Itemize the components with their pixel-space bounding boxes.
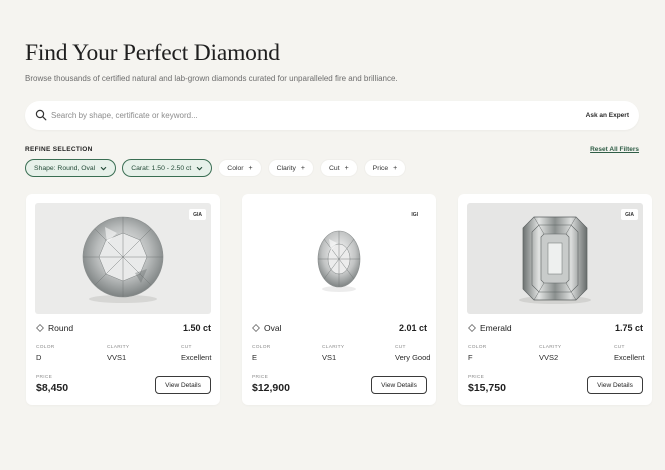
plus-icon: + xyxy=(393,164,398,172)
spec-value: VVS1 xyxy=(107,353,127,362)
product-title-row: Emerald 1.75 ct xyxy=(468,322,643,334)
product-card[interactable]: GIA Round 1.50 ct COLOR D CLARITY VVS1 C… xyxy=(26,194,220,405)
spec-label: COLOR xyxy=(252,345,271,350)
price-label: PRICE xyxy=(468,375,485,380)
chevron-down-icon xyxy=(100,166,107,170)
spec-value: F xyxy=(468,353,473,362)
filter-chip-label: Shape: Round, Oval xyxy=(34,164,96,172)
carat-weight: 2.01 ct xyxy=(398,323,427,333)
product-card[interactable]: IGI Oval 2.01 ct COLOR E CLARITY VS1 CUT… xyxy=(242,194,436,405)
spec-cut: CUT Excellent xyxy=(181,345,211,362)
price-value: $12,900 xyxy=(252,382,290,394)
product-card[interactable]: GIA Emerald 1.75 ct COLOR F CLARITY VVS2… xyxy=(458,194,652,405)
spec-grid: COLOR E CLARITY VS1 CUT Very Good xyxy=(252,345,430,365)
shape-name: Oval xyxy=(264,323,282,333)
filter-chip-label: Color xyxy=(227,164,244,172)
filter-chip-price[interactable]: Price + xyxy=(363,159,407,177)
ask-expert-button[interactable]: Ask an Expert xyxy=(586,108,629,123)
product-grid: GIA Round 1.50 ct COLOR D CLARITY VVS1 C… xyxy=(26,194,652,405)
spec-value: Excellent xyxy=(181,353,212,362)
spec-label: CUT xyxy=(181,345,192,350)
oval-diamond-image xyxy=(317,230,361,292)
spec-color: COLOR D xyxy=(36,345,55,362)
filter-bar: Shape: Round, Oval Carat: 1.50 - 2.50 ct… xyxy=(25,159,407,177)
diamond-outline-icon xyxy=(468,324,476,332)
spec-grid: COLOR F CLARITY VVS2 CUT Excellent xyxy=(468,345,644,365)
filter-chip-label: Carat: 1.50 - 2.50 ct xyxy=(131,164,192,172)
shape-name: Round xyxy=(48,323,74,333)
spec-color: COLOR F xyxy=(468,345,487,362)
spec-clarity: CLARITY VS1 xyxy=(322,345,344,362)
search-input[interactable] xyxy=(51,107,571,124)
price-value: $15,750 xyxy=(468,382,506,394)
diamond-outline-icon xyxy=(252,324,260,332)
filter-chip-clarity[interactable]: Clarity + xyxy=(267,159,314,177)
spec-label: CUT xyxy=(614,345,625,350)
spec-clarity: CLARITY VVS2 xyxy=(539,345,561,362)
spec-value: Excellent xyxy=(614,353,645,362)
spec-color: COLOR E xyxy=(252,345,271,362)
page-title: Find Your Perfect Diamond xyxy=(25,40,280,66)
plus-icon: + xyxy=(344,164,349,172)
spec-value: VVS2 xyxy=(539,353,559,362)
price-label: PRICE xyxy=(252,375,269,380)
filter-chip-label: Clarity xyxy=(276,164,296,172)
carat-weight: 1.75 ct xyxy=(614,323,643,333)
view-details-button[interactable]: View Details xyxy=(155,376,211,394)
emerald-diamond-image xyxy=(519,216,591,304)
product-image[interactable]: GIA xyxy=(467,203,643,314)
plus-icon: + xyxy=(248,164,253,172)
filter-chip-shape[interactable]: Shape: Round, Oval xyxy=(25,159,117,177)
spec-value: D xyxy=(36,353,42,362)
filter-chip-color[interactable]: Color + xyxy=(218,159,262,177)
spec-value: Very Good xyxy=(395,353,431,362)
spec-label: CLARITY xyxy=(322,345,345,350)
filter-chip-cut[interactable]: Cut + xyxy=(320,159,358,177)
view-details-button[interactable]: View Details xyxy=(371,376,427,394)
spec-label: CUT xyxy=(395,345,406,350)
reset-filters-link[interactable]: Reset All Filters xyxy=(590,146,639,153)
price-value: $8,450 xyxy=(36,382,69,394)
spec-value: VS1 xyxy=(322,353,337,362)
search-icon xyxy=(35,109,47,121)
spec-clarity: CLARITY VVS1 xyxy=(107,345,129,362)
round-diamond-image xyxy=(82,216,164,303)
carat-weight: 1.50 ct xyxy=(182,323,211,333)
cert-badge: GIA xyxy=(621,209,638,220)
shape-name: Emerald xyxy=(480,323,512,333)
spec-label: COLOR xyxy=(36,345,55,350)
filter-chip-carat[interactable]: Carat: 1.50 - 2.50 ct xyxy=(122,159,213,177)
plus-icon: + xyxy=(300,164,305,172)
spec-cut: CUT Very Good xyxy=(395,345,430,362)
product-title-row: Round 1.50 ct xyxy=(36,322,211,334)
filter-chip-label: Price xyxy=(372,164,389,172)
product-image[interactable]: GIA xyxy=(35,203,211,314)
search-bar: Ask an Expert xyxy=(25,101,639,130)
diamond-outline-icon xyxy=(36,324,44,332)
spec-label: COLOR xyxy=(468,345,487,350)
cert-badge: GIA xyxy=(189,209,206,220)
refine-selection-heading: REFINE SELECTION xyxy=(25,146,93,153)
view-details-button[interactable]: View Details xyxy=(587,376,643,394)
price-label: PRICE xyxy=(36,375,53,380)
spec-cut: CUT Excellent xyxy=(614,345,644,362)
spec-label: CLARITY xyxy=(539,345,562,350)
spec-grid: COLOR D CLARITY VVS1 CUT Excellent xyxy=(36,345,211,365)
chevron-down-icon xyxy=(197,166,203,170)
filter-chip-label: Cut xyxy=(329,164,340,172)
cert-badge: IGI xyxy=(407,209,422,220)
product-title-row: Oval 2.01 ct xyxy=(252,322,427,334)
spec-value: E xyxy=(252,353,258,362)
page-subtitle: Browse thousands of certified natural an… xyxy=(25,74,398,83)
spec-label: CLARITY xyxy=(107,345,130,350)
product-image[interactable]: IGI xyxy=(251,203,427,314)
